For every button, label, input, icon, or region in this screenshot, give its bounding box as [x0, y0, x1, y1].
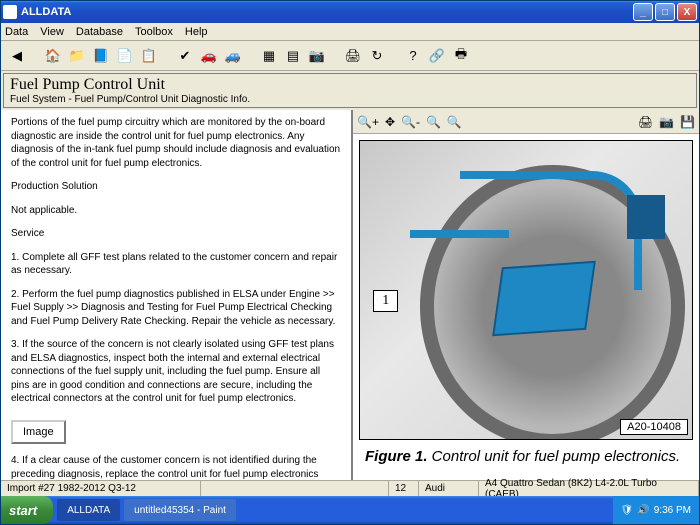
status-import: Import #27 1982-2012 Q3-12	[1, 481, 201, 496]
print2-icon[interactable]: 🖶	[451, 46, 471, 66]
article-title: Fuel Pump Control Unit	[10, 76, 690, 94]
help-icon[interactable]: ?	[403, 46, 423, 66]
callout-1: 1	[373, 290, 398, 312]
menu-toolbox[interactable]: Toolbox	[135, 26, 173, 38]
titlebar: ALLDATA _ □ X	[1, 1, 699, 23]
zoom-100-icon[interactable]: 🔍	[447, 115, 462, 129]
print-image-icon[interactable]: 🖨	[638, 115, 653, 129]
start-button[interactable]: start	[1, 496, 53, 524]
para: Production Solution	[11, 180, 341, 194]
figure-text: Control unit for fuel pump electronics.	[428, 448, 681, 465]
window-title: ALLDATA	[21, 6, 71, 18]
diagram-image: 1 A20-10408	[359, 140, 693, 440]
truck-icon[interactable]: 🚙	[223, 46, 243, 66]
doc-icon[interactable]: 📋	[139, 46, 159, 66]
para: 1. Complete all GFF test plans related t…	[11, 251, 341, 278]
zoom-in-icon[interactable]: 🔍+	[357, 115, 379, 129]
figure-label: Figure 1.	[365, 448, 428, 465]
camera-icon[interactable]: 📷	[307, 46, 327, 66]
text-pane: Portions of the fuel pump circuitry whic…	[1, 110, 353, 480]
tray-icon: 🔊	[637, 505, 649, 516]
para: Service	[11, 227, 341, 241]
article-header: Fuel Pump Control Unit Fuel System - Fue…	[3, 73, 697, 108]
pan-icon[interactable]: ✥	[385, 115, 395, 129]
task-alldata[interactable]: ALLDATA	[57, 499, 120, 521]
status-model: A4 Quattro Sedan (8K2) L4-2.0L Turbo (CA…	[479, 481, 699, 496]
menubar: Data View Database Toolbox Help	[1, 23, 699, 41]
car-icon[interactable]: 🚗	[199, 46, 219, 66]
print-icon[interactable]: 🖨	[343, 46, 363, 66]
link-icon[interactable]: 🔗	[427, 46, 447, 66]
status-num: 12	[389, 481, 419, 496]
image-button[interactable]: Image	[11, 420, 66, 445]
para: Not applicable.	[11, 204, 341, 218]
book-icon[interactable]: 📘	[91, 46, 111, 66]
task-paint[interactable]: untitled45354 - Paint	[124, 499, 236, 521]
menu-help[interactable]: Help	[185, 26, 208, 38]
status-bar: Import #27 1982-2012 Q3-12 12 Audi A4 Qu…	[1, 480, 699, 496]
toolbar: ◀ 🏠 📁 📘 📄 📋 ✔ 🚗 🚙 ▦ ▤ 📷 🖨 ↻ ? 🔗 🖶	[1, 41, 699, 71]
refresh-icon[interactable]: ↻	[367, 46, 387, 66]
minimize-button[interactable]: _	[633, 3, 653, 21]
status-make: Audi	[419, 481, 479, 496]
article-body[interactable]: Portions of the fuel pump circuitry whic…	[1, 110, 351, 480]
tray-icon: 🛡	[621, 505, 634, 516]
app-icon	[3, 5, 17, 19]
close-button[interactable]: X	[677, 3, 697, 21]
zoom-fit-icon[interactable]: 🔍	[426, 115, 441, 129]
para: 2. Perform the fuel pump diagnostics pub…	[11, 288, 341, 329]
system-tray[interactable]: 🛡 🔊 9:36 PM	[613, 496, 699, 524]
menu-view[interactable]: View	[40, 26, 64, 38]
camera2-icon[interactable]: 📷	[659, 115, 674, 129]
menu-database[interactable]: Database	[76, 26, 123, 38]
taskbar: start ALLDATA untitled45354 - Paint 🛡 🔊 …	[1, 496, 699, 524]
save-image-icon[interactable]: 💾	[680, 115, 695, 129]
zoom-out-icon[interactable]: 🔍-	[401, 115, 420, 129]
check-icon[interactable]: ✔	[175, 46, 195, 66]
back-button[interactable]: ◀	[7, 46, 27, 66]
grid-icon[interactable]: ▤	[283, 46, 303, 66]
menu-data[interactable]: Data	[5, 26, 28, 38]
image-toolbar: 🔍+ ✥ 🔍- 🔍 🔍 🖨 📷 💾	[353, 110, 699, 134]
para: 3. If the source of the concern is not c…	[11, 338, 341, 406]
folder-icon[interactable]: 📁	[67, 46, 87, 66]
clock: 9:36 PM	[654, 505, 691, 516]
part-number: A20-10408	[620, 419, 688, 435]
para: Portions of the fuel pump circuitry whic…	[11, 116, 341, 170]
figure-caption: Figure 1. Control unit for fuel pump ele…	[359, 440, 693, 474]
maximize-button[interactable]: □	[655, 3, 675, 21]
list-icon[interactable]: ▦	[259, 46, 279, 66]
home-icon[interactable]: 🏠	[43, 46, 63, 66]
para: 4. If a clear cause of the customer conc…	[11, 454, 341, 480]
image-pane: 🔍+ ✥ 🔍- 🔍 🔍 🖨 📷 💾 1 A20-10408	[353, 110, 699, 480]
page-icon[interactable]: 📄	[115, 46, 135, 66]
article-subtitle: Fuel System - Fuel Pump/Control Unit Dia…	[10, 94, 690, 105]
